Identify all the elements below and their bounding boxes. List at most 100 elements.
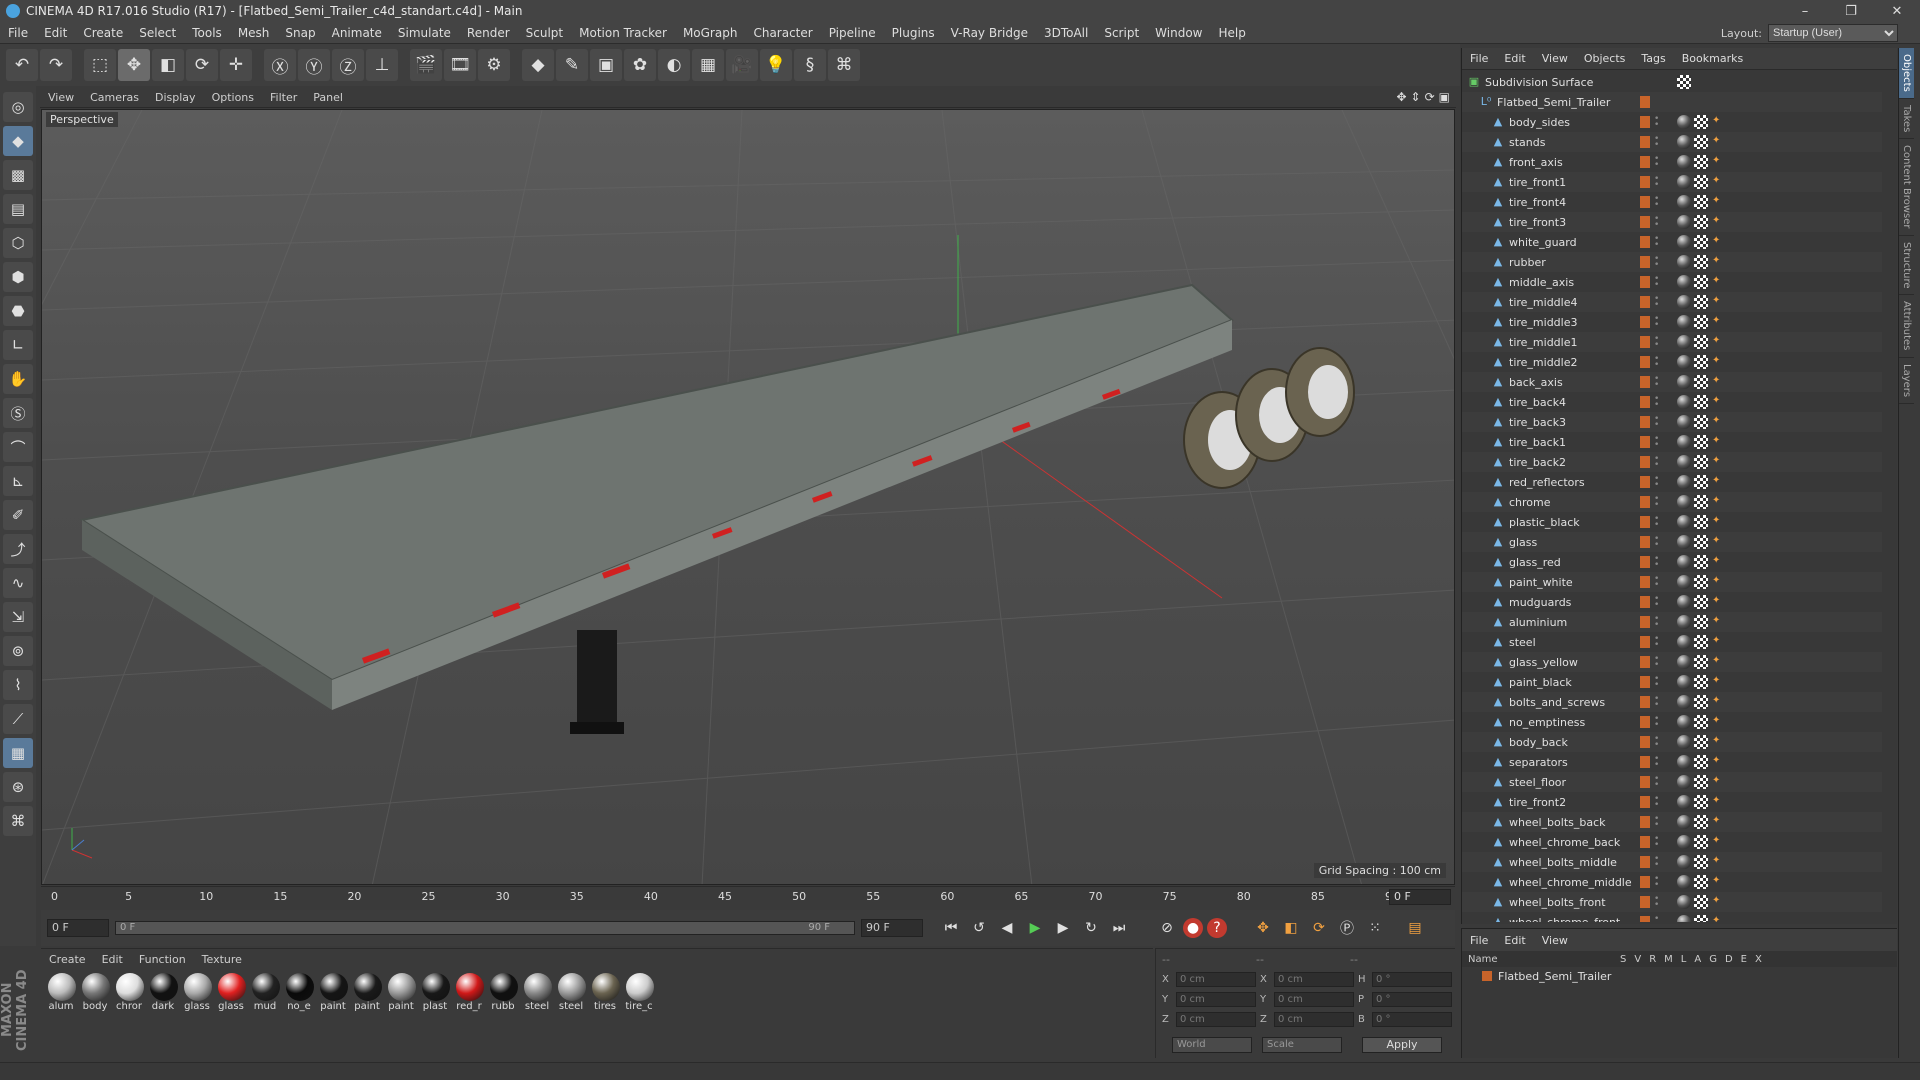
uvw-tag-icon[interactable]: [1694, 355, 1708, 369]
texture-tag-icon[interactable]: ✦: [1712, 555, 1722, 569]
render-visibility-dots[interactable]: • •: [1654, 115, 1660, 130]
texture-tag-icon[interactable]: ✦: [1712, 355, 1722, 369]
menu-3dtoall[interactable]: 3DToAll: [1036, 22, 1096, 44]
visibility-swatch[interactable]: [1640, 416, 1650, 428]
texture-tag-icon[interactable]: ✦: [1712, 155, 1722, 169]
render-visibility-dots[interactable]: • •: [1654, 395, 1660, 410]
material-tag-icon[interactable]: [1677, 895, 1691, 909]
layer-menu-edit[interactable]: Edit: [1496, 934, 1533, 947]
key-position-icon[interactable]: ✥: [1251, 916, 1275, 940]
layer-column-r[interactable]: R: [1649, 954, 1656, 965]
layer-row[interactable]: Flatbed_Semi_Trailer: [1462, 967, 1897, 985]
uvw-tag-icon[interactable]: [1694, 895, 1708, 909]
viewport-menu-view[interactable]: View: [40, 91, 82, 104]
x-axis-lock-icon[interactable]: Ⓧ: [264, 49, 296, 81]
object-row[interactable]: ▲ wheel_bolts_middle • • ✦: [1462, 852, 1882, 872]
render-visibility-dots[interactable]: • •: [1654, 515, 1660, 530]
key-pla-icon[interactable]: ⁙: [1363, 916, 1387, 940]
autokey-icon[interactable]: ●: [1183, 918, 1203, 938]
material-swatch[interactable]: chror: [113, 973, 147, 1012]
object-row[interactable]: ▲ tire_front1 • • ✦: [1462, 172, 1882, 192]
viewport-menu-filter[interactable]: Filter: [262, 91, 305, 104]
uvw-tag-icon[interactable]: [1694, 495, 1708, 509]
object-row[interactable]: ▲ steel • • ✦: [1462, 632, 1882, 652]
uvw-tag-icon[interactable]: [1694, 555, 1708, 569]
render-visibility-dots[interactable]: • •: [1654, 695, 1660, 710]
record-active-icon[interactable]: ⊘: [1155, 916, 1179, 940]
object-row[interactable]: ▲ chrome • • ✦: [1462, 492, 1882, 512]
texture-tag-icon[interactable]: ✦: [1712, 275, 1722, 289]
texture-tag-icon[interactable]: ✦: [1712, 295, 1722, 309]
object-row[interactable]: ▲ red_reflectors • • ✦: [1462, 472, 1882, 492]
material-tag-icon[interactable]: [1677, 635, 1691, 649]
visibility-swatch[interactable]: [1640, 696, 1650, 708]
layer-column-s[interactable]: S: [1620, 954, 1626, 965]
sculpt-brush-icon[interactable]: ✐: [3, 500, 33, 530]
object-row[interactable]: ▲ tire_back3 • • ✦: [1462, 412, 1882, 432]
render-visibility-dots[interactable]: • •: [1654, 735, 1660, 750]
layer-menu-file[interactable]: File: [1462, 934, 1496, 947]
material-tag-icon[interactable]: [1677, 755, 1691, 769]
material-tag-icon[interactable]: [1677, 515, 1691, 529]
next-key-icon[interactable]: ↻: [1079, 916, 1103, 940]
texture-tag-icon[interactable]: ✦: [1712, 775, 1722, 789]
visibility-swatch[interactable]: [1640, 916, 1650, 922]
orbit-icon[interactable]: ⟳: [1425, 90, 1435, 104]
viewport-menu-display[interactable]: Display: [147, 91, 204, 104]
visibility-swatch[interactable]: [1640, 896, 1650, 908]
coord-value-field[interactable]: 0 cm: [1274, 971, 1354, 987]
object-row[interactable]: ▲ bolts_and_screws • • ✦: [1462, 692, 1882, 712]
uvw-tag-icon[interactable]: [1694, 715, 1708, 729]
render-visibility-dots[interactable]: • •: [1654, 655, 1660, 670]
object-row[interactable]: ▲ wheel_chrome_back • • ✦: [1462, 832, 1882, 852]
uvw-tag-icon[interactable]: [1694, 395, 1708, 409]
visibility-swatch[interactable]: [1640, 576, 1650, 588]
object-row[interactable]: ▲ wheel_bolts_back • • ✦: [1462, 812, 1882, 832]
visibility-swatch[interactable]: [1640, 836, 1650, 848]
menu-help[interactable]: Help: [1210, 22, 1253, 44]
material-tag-icon[interactable]: [1677, 735, 1691, 749]
object-row-group[interactable]: L⁰ Flatbed_Semi_Trailer: [1462, 92, 1882, 112]
snap-icon[interactable]: ⌒: [3, 432, 33, 462]
coord-value-field[interactable]: 0 cm: [1176, 1011, 1256, 1027]
material-tag-icon[interactable]: [1677, 175, 1691, 189]
material-tag-icon[interactable]: [1677, 795, 1691, 809]
visibility-swatch[interactable]: [1640, 536, 1650, 548]
texture-tag-icon[interactable]: ✦: [1712, 655, 1722, 669]
points-mode-icon[interactable]: ⬡: [3, 228, 33, 258]
side-tab-attributes[interactable]: Attributes: [1899, 295, 1914, 358]
render-visibility-dots[interactable]: • •: [1654, 555, 1660, 570]
render-visibility-dots[interactable]: • •: [1654, 355, 1660, 370]
side-tab-structure[interactable]: Structure: [1899, 236, 1914, 296]
material-menu-edit[interactable]: Edit: [94, 953, 131, 966]
menu-mesh[interactable]: Mesh: [230, 22, 278, 44]
coord-value-field[interactable]: 0 cm: [1176, 971, 1256, 987]
viewport-label[interactable]: Perspective: [46, 112, 118, 127]
object-row[interactable]: ▲ no_emptiness • • ✦: [1462, 712, 1882, 732]
render-visibility-dots[interactable]: • •: [1654, 795, 1660, 810]
render-visibility-dots[interactable]: • •: [1654, 275, 1660, 290]
timeline-window-icon[interactable]: ▤: [1403, 916, 1427, 940]
uvw-tag-icon[interactable]: [1694, 295, 1708, 309]
layer-menu-view[interactable]: View: [1534, 934, 1576, 947]
material-tag-icon[interactable]: [1677, 915, 1691, 922]
key-parameter-icon[interactable]: Ⓟ: [1335, 916, 1359, 940]
object-menu-tags[interactable]: Tags: [1633, 52, 1673, 65]
visibility-swatch[interactable]: [1640, 676, 1650, 688]
menu-snap[interactable]: Snap: [277, 22, 323, 44]
visibility-swatch[interactable]: [1640, 756, 1650, 768]
knife-brush-icon[interactable]: ⟋: [3, 704, 33, 734]
visibility-swatch[interactable]: [1640, 476, 1650, 488]
cube-primitive-icon[interactable]: ◆: [522, 49, 554, 81]
visibility-swatch[interactable]: [1640, 876, 1650, 888]
material-swatch[interactable]: red_r: [453, 973, 487, 1012]
texture-tag-icon[interactable]: ✦: [1712, 215, 1722, 229]
menu-simulate[interactable]: Simulate: [390, 22, 459, 44]
texture-tag-icon[interactable]: ✦: [1712, 595, 1722, 609]
render-settings-icon[interactable]: ⚙: [478, 49, 510, 81]
polygons-mode-icon[interactable]: ⬣: [3, 296, 33, 326]
render-visibility-dots[interactable]: • •: [1654, 715, 1660, 730]
texture-tag-icon[interactable]: ✦: [1712, 735, 1722, 749]
quantize-icon[interactable]: ⊛: [3, 772, 33, 802]
material-tag-icon[interactable]: [1677, 295, 1691, 309]
